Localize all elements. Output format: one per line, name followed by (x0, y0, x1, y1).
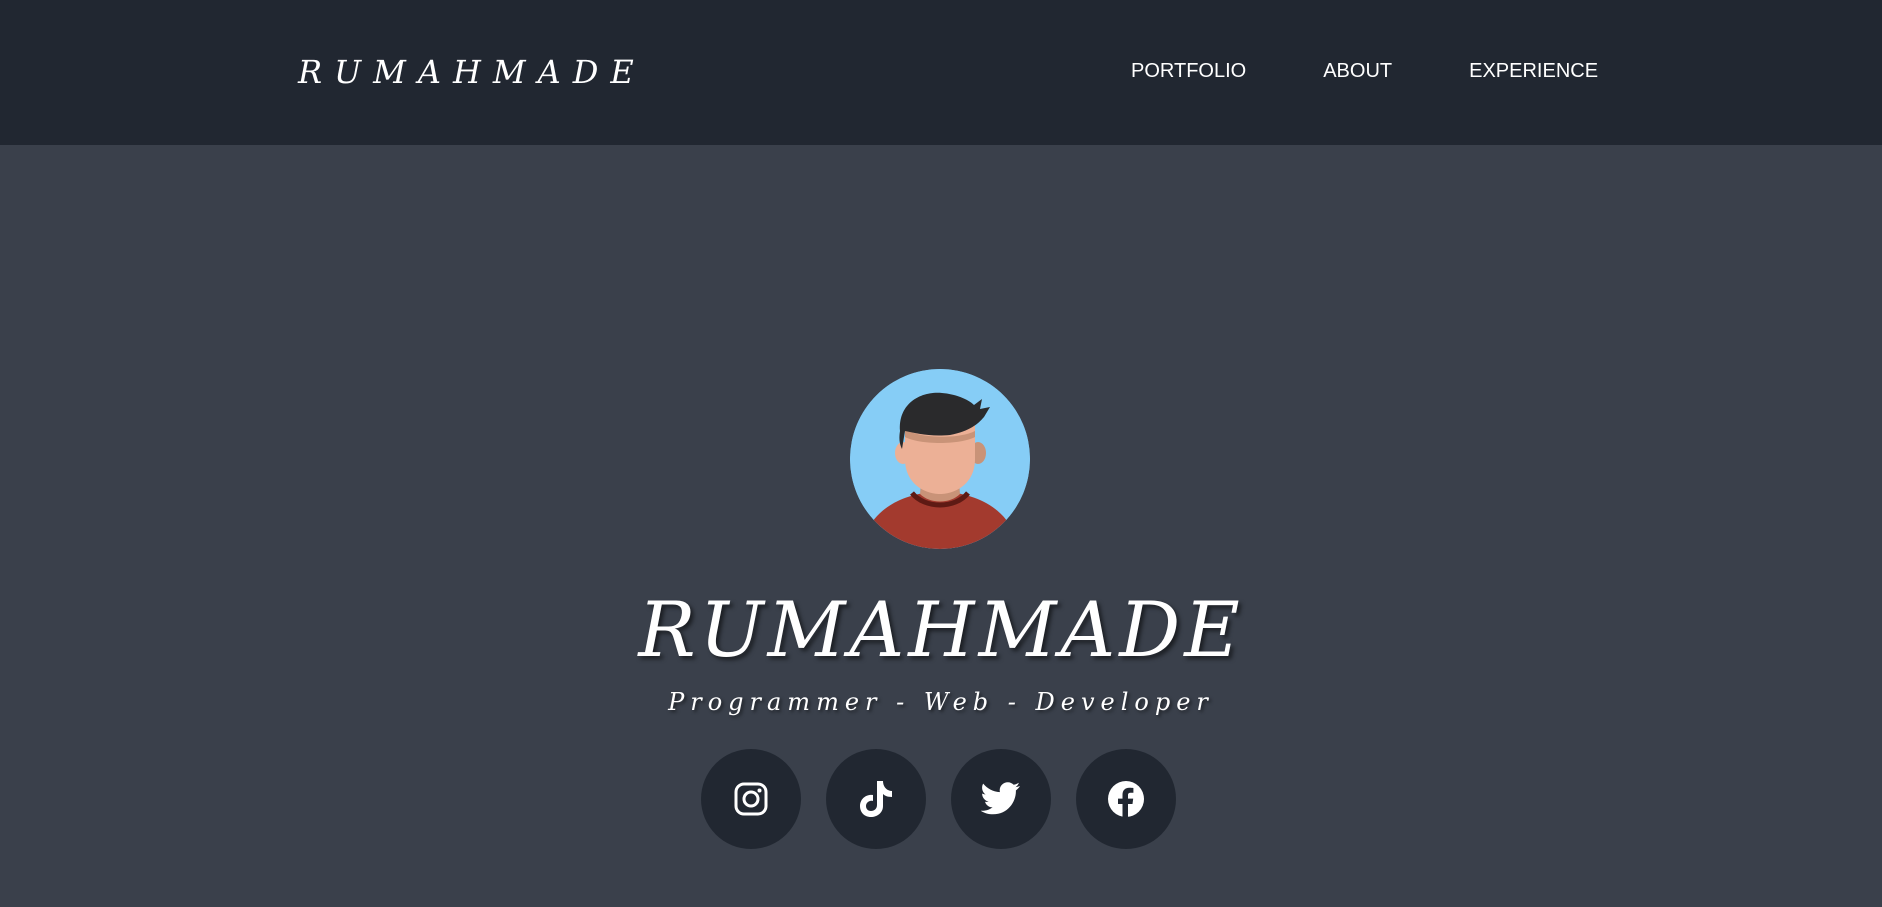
avatar (850, 369, 1030, 549)
facebook-icon (1108, 781, 1144, 817)
hero-title: RUMAHMADE (638, 585, 1244, 674)
nav-link-portfolio[interactable]: PORTFOLIO (1131, 58, 1246, 84)
hero-section: RUMAHMADE Programmer - Web - Developer (0, 145, 1882, 907)
twitter-button[interactable] (951, 749, 1051, 849)
brand-logo[interactable]: RUMAHMADE (298, 50, 646, 94)
social-links (701, 749, 1176, 849)
instagram-button[interactable] (701, 749, 801, 849)
navbar: RUMAHMADE PORTFOLIO ABOUT EXPERIENCE (0, 0, 1882, 145)
hero-subtitle: Programmer - Web - Developer (668, 688, 1214, 716)
twitter-icon (981, 782, 1020, 815)
instagram-icon (734, 782, 768, 816)
nav-link-experience[interactable]: EXPERIENCE (1469, 58, 1598, 84)
tiktok-icon (860, 781, 892, 817)
nav-link-about[interactable]: ABOUT (1323, 58, 1392, 84)
tiktok-button[interactable] (826, 749, 926, 849)
avatar-illustration (850, 369, 1030, 549)
nav-links: PORTFOLIO ABOUT EXPERIENCE (1131, 58, 1598, 84)
facebook-button[interactable] (1076, 749, 1176, 849)
